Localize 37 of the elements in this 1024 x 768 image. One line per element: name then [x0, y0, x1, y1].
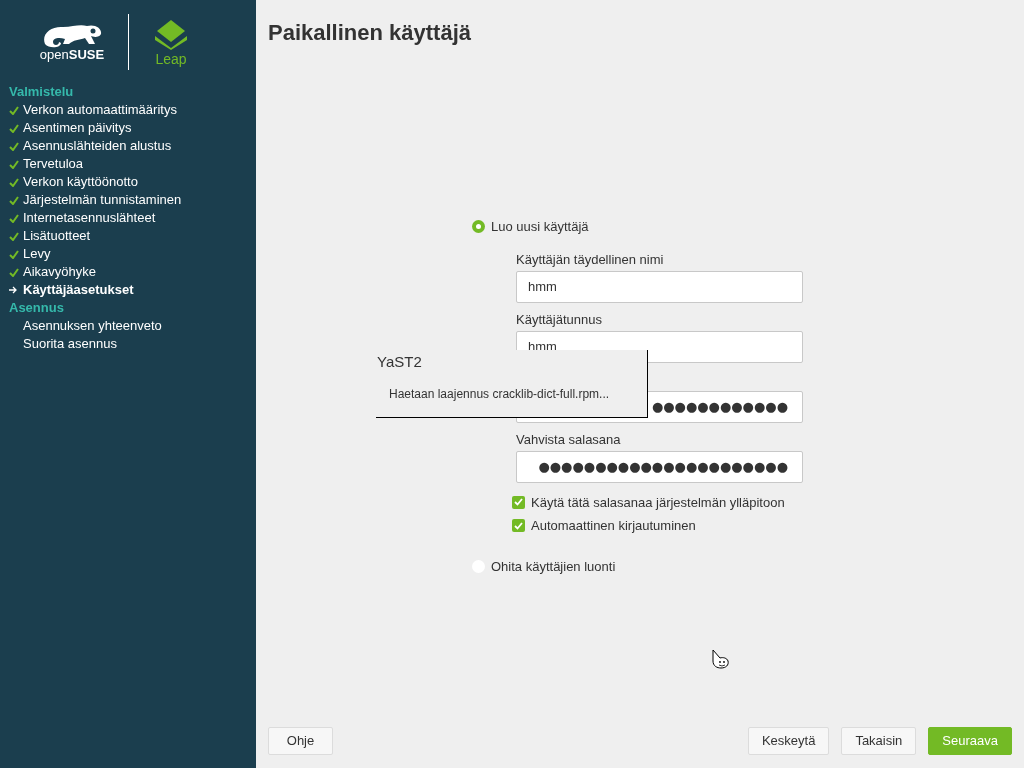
checkbox[interactable] [512, 495, 525, 509]
section-title: Valmistelu [9, 83, 75, 101]
section-title: Asennus [9, 299, 65, 317]
step-item: Lisätuotteet [23, 227, 91, 246]
popup-title: YaST2 [377, 352, 423, 372]
field-label: Käyttäjätunnus [516, 310, 602, 329]
arrow-icon [9, 286, 18, 294]
nav-button[interactable]: Takaisin [841, 727, 917, 755]
step-item: Järjestelmän tunnistaminen [23, 191, 182, 210]
step-item: Internetasennuslähteet [23, 209, 156, 228]
radio-label: Luo uusi käyttäjä [491, 218, 589, 236]
step-item: Asentimen päivitys [23, 119, 132, 138]
step-item: Verkon käyttöönotto [23, 173, 138, 192]
step-item: Levy [23, 245, 51, 264]
product-name: Leap [155, 51, 187, 66]
checkbox-label: Käytä tätä salasanaa järjestelmän ylläpitoon [531, 493, 785, 512]
step-item: Tervetuloa [23, 155, 83, 174]
brand-name: openSUSE [39, 48, 105, 61]
page-title: Paikallinen käyttäjä [268, 19, 472, 47]
checkbox-label: Automaattinen kirjautuminen [531, 517, 696, 535]
step-item: Aikavyöhyke [23, 263, 96, 282]
step-item: Asennuslähteiden alustus [23, 137, 172, 156]
nav-button[interactable]: Keskeytä [747, 727, 830, 755]
chameleon-logo-icon [41, 22, 103, 48]
step-item: Suorita asennus [23, 335, 117, 354]
step-item: Asennuksen yhteenveto [23, 317, 162, 336]
cursor-icon [712, 649, 730, 669]
help-button[interactable]: Ohje [268, 727, 333, 755]
text-field[interactable]: hmm [516, 270, 803, 303]
checkbox[interactable] [512, 519, 525, 533]
radio-label: Ohita käyttäjien luonti [491, 557, 616, 576]
field-label: Vahvista salasana [516, 430, 621, 449]
radio-button[interactable] [472, 220, 485, 234]
step-item: Käyttäjäasetukset [23, 281, 134, 300]
step-item: Verkon automaattimääritys [23, 101, 177, 120]
field-label: Käyttäjän täydellinen nimi [516, 250, 664, 269]
password-field[interactable]: ●●●●●●●●●●●●●●●●●●●●●● [516, 450, 803, 483]
